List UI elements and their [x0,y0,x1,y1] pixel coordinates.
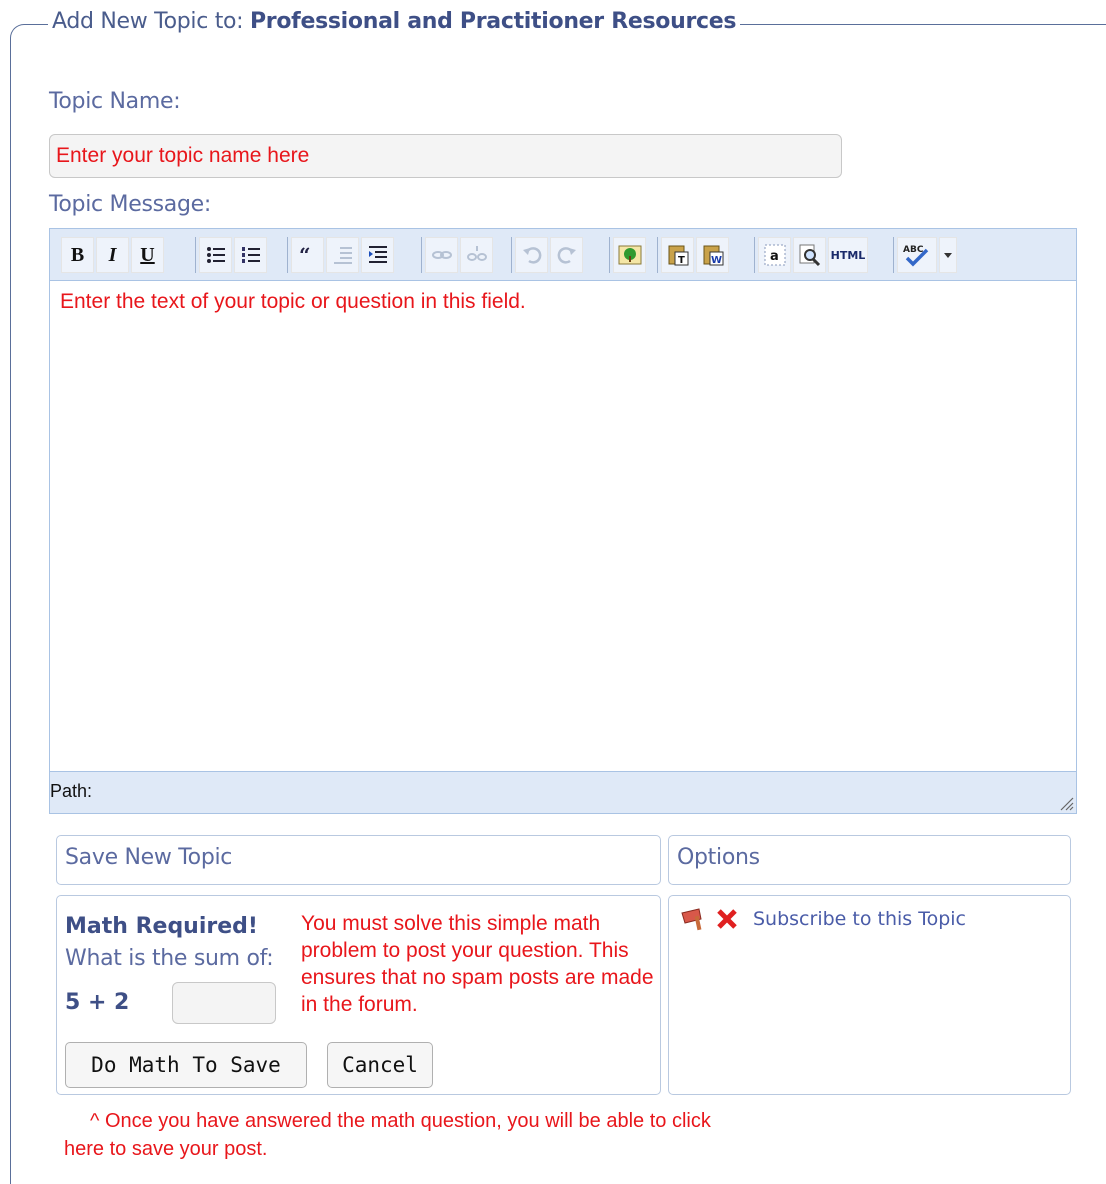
blockquote-button[interactable]: “ [291,237,324,273]
tools-group: a HTML [754,237,870,273]
link-group [421,237,495,273]
spellcheck-label: ABC [903,245,924,255]
history-group [511,237,585,273]
paste-text-icon: T [668,245,688,266]
paste-text-button[interactable]: T [661,237,694,273]
spellcheck-icon: ABC [903,245,929,267]
bullet-list-icon [206,247,225,263]
footer-note-text: ^ Once you have answered the math questi… [64,1110,711,1160]
indent-group: “ [287,237,396,273]
rich-text-editor: B I U “ T W a HTML ABC Enter the text of… [49,228,1077,814]
math-answer-input[interactable] [172,982,276,1024]
unlink-button[interactable] [460,237,493,273]
numbered-list-icon [241,247,260,263]
topic-name-input[interactable] [49,134,842,178]
path-bar: Path: [50,771,1076,813]
link-icon [431,251,452,259]
flag-icon [681,908,702,931]
options-panel-header: Options [668,835,1071,885]
unlink-icon [466,246,487,261]
html-source-button[interactable]: HTML [828,237,868,273]
bold-button[interactable]: B [61,237,94,273]
spellcheck-group: ABC [893,237,959,273]
subscribe-row: Subscribe to this Topic [679,906,966,932]
svg-text:“: “ [299,244,311,266]
select-all-icon: a [764,244,785,266]
topic-name-label: Topic Name: [49,89,181,114]
math-expression: 5 + 2 [65,990,130,1015]
image-group [609,237,648,273]
image-icon [618,245,641,265]
bullet-list-button[interactable] [199,237,232,273]
quote-icon: “ [299,244,311,266]
indent-button[interactable] [361,237,394,273]
message-body[interactable]: Enter the text of your topic or question… [50,282,1076,772]
editor-toolbar: B I U “ T W a HTML ABC [50,229,1076,281]
spellcheck-button[interactable]: ABC [897,237,937,273]
math-required-title: Math Required! [65,914,258,939]
form-legend: Add New Topic to: Professional and Pract… [48,9,741,34]
paste-group: T W [657,237,731,273]
undo-button[interactable] [515,237,548,273]
svg-text:W: W [711,255,722,266]
paste-word-icon: W [703,245,723,266]
path-label: Path: [50,781,93,801]
select-all-button[interactable]: a [758,237,791,273]
redo-icon [557,247,576,264]
link-button[interactable] [425,237,458,273]
do-math-to-save-button[interactable]: Do Math To Save [65,1042,307,1088]
list-group [195,237,269,273]
close-icon[interactable] [715,907,739,931]
redo-button[interactable] [550,237,583,273]
subscribe-link[interactable]: Subscribe to this Topic [753,908,966,930]
outdent-button[interactable] [326,237,359,273]
numbered-list-button[interactable] [234,237,267,273]
svg-text:T: T [678,255,685,266]
outdent-icon [333,247,352,264]
options-panel-title: Options [677,845,760,870]
paste-word-button[interactable]: W [696,237,729,273]
save-panel: Math Required! What is the sum of: 5 + 2… [56,895,661,1095]
resize-grip-icon[interactable] [1058,795,1074,811]
options-panel: Subscribe to this Topic [668,895,1071,1095]
legend-forum-name: Professional and Practitioner Resources [249,9,737,34]
indent-icon [368,246,387,263]
footer-note: ^ Once you have answered the math questi… [64,1107,724,1163]
underline-button[interactable]: U [131,237,164,273]
topic-message-label: Topic Message: [49,192,211,217]
chevron-down-icon [944,253,952,258]
legend-prefix: Add New Topic to: [52,9,250,34]
italic-button[interactable]: I [96,237,129,273]
svg-text:a: a [770,249,779,264]
preview-button[interactable] [793,237,826,273]
math-question: What is the sum of: [65,946,274,971]
magnifier-icon [799,244,820,267]
insert-image-button[interactable] [613,237,646,273]
format-group: B I U [58,237,166,273]
save-panel-title: Save New Topic [65,845,233,870]
spellcheck-dropdown-button[interactable] [939,237,957,273]
math-note: You must solve this simple math problem … [301,912,654,1016]
save-panel-header: Save New Topic [56,835,661,885]
cancel-button[interactable]: Cancel [327,1042,433,1088]
undo-icon [522,247,541,264]
